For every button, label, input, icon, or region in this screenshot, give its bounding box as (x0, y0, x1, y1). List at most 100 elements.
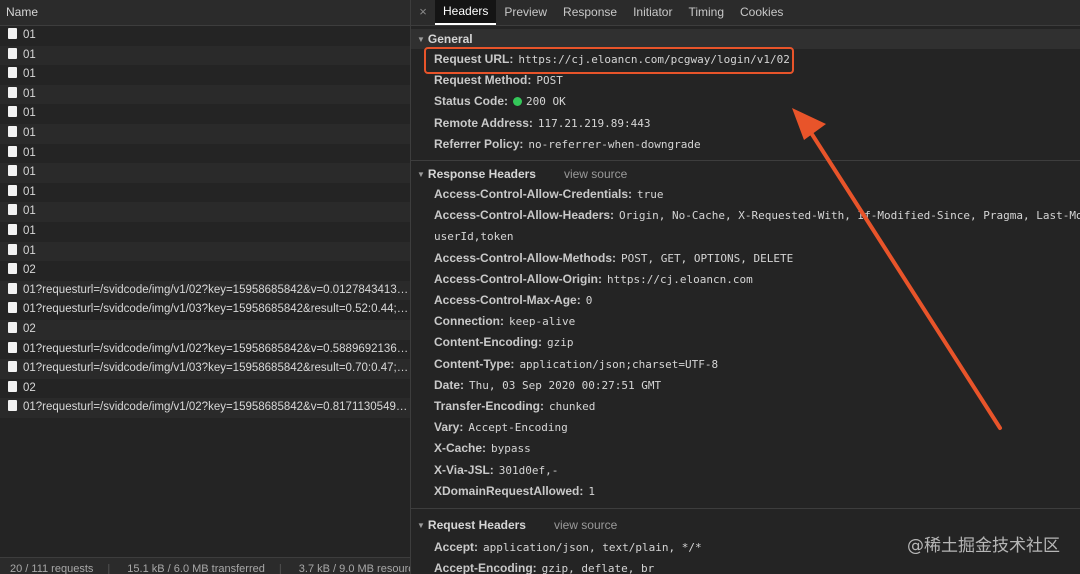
general-section-header[interactable]: ▼ General (411, 29, 1080, 49)
status-ok-dot-icon (513, 97, 523, 107)
response-view-source-link[interactable]: view source (564, 167, 627, 181)
status-code-value: 200 OK (526, 95, 566, 109)
request-method-value: POST (536, 74, 563, 88)
header-value: Origin, No-Cache, X-Requested-With, If-M… (619, 209, 1080, 223)
file-icon (8, 321, 17, 333)
response-headers-list: Access-Control-Allow-Credentials: true Acc… (411, 184, 1080, 502)
request-details-panel: × Headers Preview Response Initiator Tim… (411, 0, 1080, 574)
request-row[interactable]: 02 (0, 261, 410, 281)
watermark: @稀土掘金技术社区 (907, 536, 1060, 556)
general-title: General (427, 32, 473, 46)
header-value: Accept-Encoding (468, 421, 568, 435)
request-row[interactable]: 01 (0, 123, 410, 144)
file-icon (8, 361, 17, 373)
file-icon (8, 243, 17, 255)
tab-headers[interactable]: Headers (435, 0, 497, 25)
header-row: X-Cache: bypass (411, 438, 1080, 459)
request-row[interactable]: 01?requesturl=/svidcode/img/v1/03?key=15… (0, 300, 410, 320)
request-name: 01 (23, 166, 36, 179)
header-row: XDomainRequestAllowed: 1 (411, 481, 1080, 502)
request-name: 01 (23, 107, 36, 120)
header-key: Accept: (434, 540, 479, 555)
request-name: 02 (23, 322, 36, 335)
request-row[interactable]: 01 (0, 45, 410, 66)
header-value: chunked (549, 400, 596, 414)
file-icon (8, 302, 17, 314)
request-row[interactable]: 01 (0, 144, 410, 164)
request-row[interactable]: 01 (0, 65, 410, 85)
request-row[interactable]: 01 (0, 84, 410, 105)
request-row[interactable]: 01?requesturl=/svidcode/img/v1/02?key=15… (0, 280, 410, 301)
header-key: Access-Control-Max-Age: (434, 293, 581, 308)
request-name: 01?requesturl=/svidcode/img/v1/03?key=15… (23, 303, 410, 316)
request-name: 01 (23, 185, 36, 198)
close-details-icon[interactable]: × (411, 0, 435, 25)
header-row: Access-Control-Allow-Methods: POST, GET, … (411, 248, 1080, 269)
header-key: Access-Control-Allow-Origin: (434, 271, 603, 286)
request-row[interactable]: 01?requesturl=/svidcode/img/v1/02?key=15… (0, 340, 410, 360)
header-key: Content-Encoding: (434, 335, 542, 350)
request-row[interactable]: 01 (0, 104, 410, 124)
request-row[interactable]: 01 (0, 163, 410, 183)
request-row[interactable]: 01 (0, 26, 410, 46)
file-icon (8, 341, 17, 353)
request-row[interactable]: 01?requesturl=/svidcode/img/v1/02?key=15… (0, 398, 410, 418)
header-row: userId,token (411, 226, 1080, 247)
tab-initiator[interactable]: Initiator (625, 0, 680, 25)
request-name: 01?requesturl=/svidcode/img/v1/02?key=15… (23, 401, 410, 414)
tab-preview[interactable]: Preview (496, 0, 555, 25)
request-row[interactable]: 01 (0, 222, 410, 242)
request-url-row: Request URL: https://cj.eloancn.com/pcgwa… (434, 52, 790, 66)
file-icon (8, 106, 17, 118)
status-code-row: Status Code: 200 OK (434, 94, 566, 109)
request-row[interactable]: 01 (0, 241, 410, 262)
remote-address-row: Remote Address: 117.21.219.89:443 (434, 115, 651, 130)
tab-timing[interactable]: Timing (680, 0, 732, 25)
header-value: 301d0ef,- (498, 463, 559, 477)
header-row: Accept-Encoding: gzip, deflate, br (411, 558, 1080, 574)
header-key: X-Cache: (434, 441, 487, 456)
request-name: 01 (23, 224, 36, 237)
request-name: 01 (23, 126, 36, 139)
request-row[interactable]: 01 (0, 202, 410, 222)
request-name: 01 (23, 68, 36, 81)
request-name: 01 (23, 205, 36, 218)
file-icon (8, 184, 17, 196)
request-url-value: https://cj.eloancn.com/pcgway/login/v1/0… (518, 53, 790, 66)
header-key: Accept-Encoding: (434, 561, 537, 574)
details-tab-bar: × Headers Preview Response Initiator Tim… (411, 0, 1080, 26)
remote-address-value: 117.21.219.89:443 (537, 116, 651, 130)
response-headers-section-header[interactable]: ▼ Response Headers view source (411, 164, 1080, 184)
request-row[interactable]: 02 (0, 379, 410, 399)
collapse-triangle-icon: ▼ (417, 521, 425, 531)
file-icon (8, 145, 17, 157)
request-view-source-link[interactable]: view source (554, 518, 617, 532)
name-column-header[interactable]: Name (0, 0, 410, 26)
transferred-size: 15.1 kB / 6.0 MB transferred (127, 563, 265, 574)
request-list-panel: Name 01 01 01 01 01 01 01 01 01 01 01 01 02 01?reques… (0, 0, 411, 574)
header-value: Thu, 03 Sep 2020 00:27:51 GMT (469, 378, 662, 392)
header-row: Vary: Accept-Encoding (411, 417, 1080, 438)
collapse-triangle-icon: ▼ (417, 170, 425, 180)
header-key: Transfer-Encoding: (434, 399, 545, 414)
request-row[interactable]: 01 (0, 183, 410, 203)
request-name: 01 (23, 244, 36, 257)
requests-count: 20 / 111 requests (10, 563, 94, 574)
request-method-row: Request Method: POST (434, 73, 563, 88)
header-row: Transfer-Encoding: chunked (411, 396, 1080, 417)
header-key: Access-Control-Allow-Headers: (434, 208, 615, 223)
request-row[interactable]: 02 (0, 319, 410, 340)
referrer-policy-row: Referrer Policy: no-referrer-when-downgra… (434, 136, 701, 151)
tab-response[interactable]: Response (555, 0, 625, 25)
header-key: Access-Control-Allow-Credentials: (434, 187, 633, 202)
request-name: 01 (23, 48, 36, 61)
request-row[interactable]: 01?requesturl=/svidcode/img/v1/03?key=15… (0, 359, 410, 379)
request-name: 01?requesturl=/svidcode/img/v1/02?key=15… (23, 342, 410, 355)
header-value: 1 (588, 484, 595, 498)
header-row: Access-Control-Allow-Credentials: true (411, 184, 1080, 205)
request-name: 01 (23, 146, 36, 159)
header-row: Content-Type: application/json;charset=UT… (411, 354, 1080, 375)
tab-cookies[interactable]: Cookies (732, 0, 791, 25)
header-key: Date: (434, 377, 465, 392)
request-name: 02 (23, 264, 36, 277)
